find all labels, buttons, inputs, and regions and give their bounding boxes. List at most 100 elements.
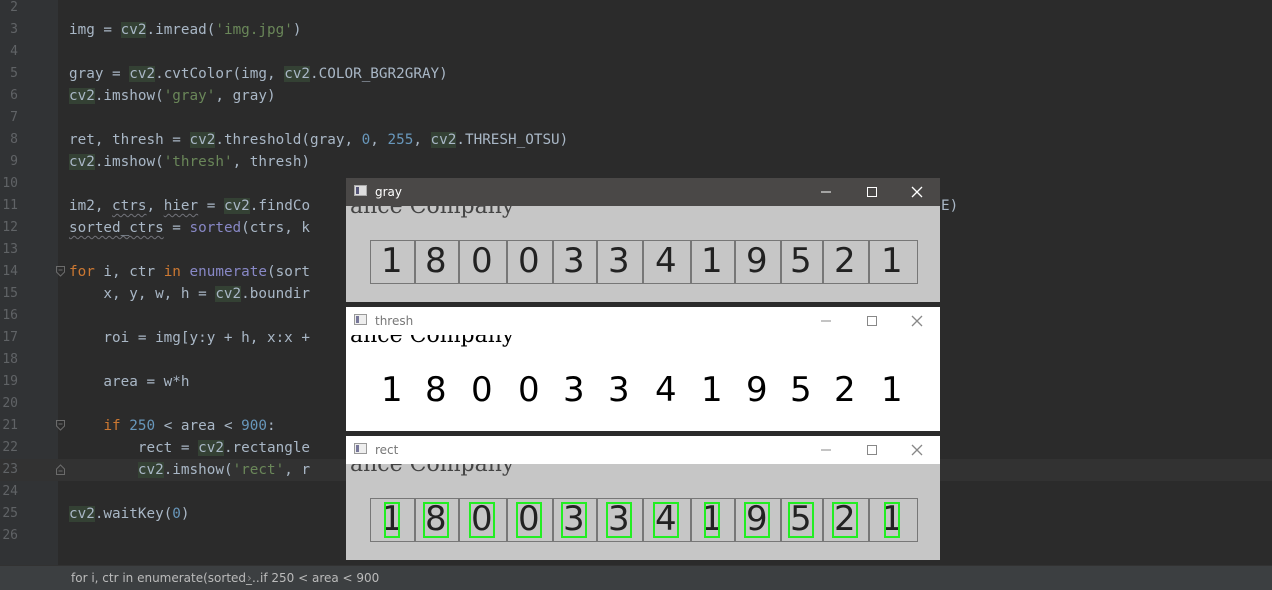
gray-image: ance Company 1 8 0 0 3 3 4 1 9 5 2 1 — [346, 206, 940, 302]
window-rect[interactable]: rect ance Company 1 8 0 0 3 3 4 1 9 5 2 1 — [346, 436, 940, 560]
detected-digit-box — [469, 502, 495, 538]
code-text: cv2.imshow('thresh', thresh) — [69, 154, 311, 170]
form-header-text: ance Company — [350, 206, 515, 219]
code-text: rect = cv2.rectangle — [69, 440, 311, 456]
breadcrumb-separator-icon: › — [247, 571, 252, 585]
code-line[interactable]: 9 cv2.imshow('thresh', thresh) — [0, 151, 1272, 173]
close-button[interactable] — [894, 178, 940, 206]
handwritten-digit: 5 — [790, 241, 812, 281]
code-line[interactable]: 2 — [0, 0, 1272, 19]
code-text: x, y, w, h = cv2.boundir — [69, 286, 311, 302]
detected-digit-box — [384, 502, 400, 538]
handwritten-digit: 5 — [790, 370, 812, 410]
code-text: cv2.waitKey(0) — [69, 506, 190, 522]
code-text: gray = cv2.cvtColor(img, cv2.COLOR_BGR2G… — [69, 66, 448, 82]
code-text: roi = img[y:y + h, x:x + — [69, 330, 311, 346]
line-number: 16 — [2, 308, 18, 323]
detected-digit-box — [704, 502, 720, 538]
code-text: area = w*h — [69, 374, 190, 390]
line-number: 11 — [2, 198, 18, 213]
window-titlebar[interactable]: thresh — [346, 307, 940, 335]
code-text: cv2.imshow('rect', r — [137, 462, 311, 478]
code-text: ret, thresh = cv2.threshold(gray, 0, 255… — [69, 132, 569, 148]
handwritten-digit: 0 — [518, 370, 540, 410]
line-number: 10 — [2, 176, 18, 191]
detected-digit-box — [653, 502, 679, 538]
opencv-window-icon — [354, 314, 367, 325]
handwritten-digit: 3 — [608, 370, 630, 410]
breadcrumb-item-for[interactable]: for i, ctr in enumerate(sorted_... — [71, 571, 263, 585]
handwritten-digit: 9 — [746, 370, 768, 410]
line-number: 23 — [2, 462, 18, 477]
code-text: im2, ctrs, hier = cv2.findCo — [69, 198, 311, 214]
handwritten-digit: 8 — [425, 241, 447, 281]
opencv-window-icon — [354, 443, 367, 454]
opencv-window-icon — [354, 185, 367, 196]
line-number: 14 — [2, 264, 18, 279]
detected-digit-box — [423, 502, 449, 538]
line-number: 13 — [2, 242, 18, 257]
detected-digit-box — [516, 502, 542, 538]
line-number: 2 — [10, 0, 18, 15]
line-number: 25 — [2, 506, 18, 521]
breadcrumb-item-if[interactable]: if 250 < area < 900 — [260, 571, 379, 585]
line-number: 3 — [10, 22, 18, 37]
fold-icon[interactable] — [56, 266, 65, 277]
window-gray[interactable]: gray ance Company 1 8 0 0 3 3 4 1 9 5 2 1 — [346, 178, 940, 302]
detected-digit-box — [606, 502, 632, 538]
line-number: 20 — [2, 396, 18, 411]
minimize-button[interactable] — [803, 307, 849, 335]
line-number: 22 — [2, 440, 18, 455]
fold-end-icon[interactable] — [56, 464, 65, 475]
line-number: 4 — [10, 44, 18, 59]
window-title: gray — [375, 185, 403, 199]
code-line[interactable]: 6 cv2.imshow('gray', gray) — [0, 85, 1272, 107]
window-titlebar[interactable]: gray — [346, 178, 940, 206]
minimize-button[interactable] — [803, 178, 849, 206]
maximize-button[interactable] — [849, 178, 895, 206]
maximize-button[interactable] — [849, 436, 895, 464]
line-number: 8 — [10, 132, 18, 147]
handwritten-digit: 0 — [471, 241, 493, 281]
detected-digit-box — [832, 502, 858, 538]
code-text: img = cv2.imread('img.jpg') — [69, 22, 302, 38]
maximize-button[interactable] — [849, 307, 895, 335]
form-header-text: ance Company — [350, 335, 515, 348]
handwritten-digit: 1 — [701, 241, 723, 281]
detected-digit-box — [788, 502, 814, 538]
handwritten-digit: 3 — [608, 241, 630, 281]
handwritten-digit: 1 — [381, 241, 403, 281]
line-number: 9 — [10, 154, 18, 169]
handwritten-digit: 4 — [655, 370, 677, 410]
line-number: 17 — [2, 330, 18, 345]
handwritten-digit: 8 — [425, 370, 447, 410]
code-line[interactable]: 8 ret, thresh = cv2.threshold(gray, 0, 25… — [0, 129, 1272, 151]
close-button[interactable] — [894, 436, 940, 464]
code-line[interactable]: 3 img = cv2.imread('img.jpg') — [0, 19, 1272, 41]
window-titlebar[interactable]: rect — [346, 436, 940, 464]
code-line[interactable]: 7 — [0, 107, 1272, 129]
line-number: 21 — [2, 418, 18, 433]
handwritten-digit: 0 — [471, 370, 493, 410]
code-line[interactable]: 4 — [0, 41, 1272, 63]
code-text: sorted_ctrs = sorted(ctrs, k — [69, 220, 311, 236]
minimize-button[interactable] — [803, 436, 849, 464]
detected-digit-box — [884, 502, 900, 538]
line-number: 19 — [2, 374, 18, 389]
detected-digit-box — [744, 502, 770, 538]
handwritten-digit: 9 — [746, 241, 768, 281]
close-button[interactable] — [894, 307, 940, 335]
line-number: 18 — [2, 352, 18, 367]
handwritten-digit: 0 — [518, 241, 540, 281]
breadcrumb-bar: for i, ctr in enumerate(sorted_... › if … — [0, 565, 1272, 590]
handwritten-digit: 3 — [563, 370, 585, 410]
line-number: 26 — [2, 528, 18, 543]
fold-icon[interactable] — [56, 420, 65, 431]
code-line[interactable]: 5 gray = cv2.cvtColor(img, cv2.COLOR_BGR2… — [0, 63, 1272, 85]
handwritten-digit: 2 — [834, 241, 856, 281]
form-header-text: ance Company — [350, 464, 515, 477]
code-text-overflow: E) — [941, 198, 959, 214]
code-text: if 250 < area < 900: — [103, 418, 276, 434]
window-thresh[interactable]: thresh ance Company 1 8 0 0 3 3 4 1 9 5 2 1 — [346, 307, 940, 431]
detected-digit-box — [561, 502, 587, 538]
